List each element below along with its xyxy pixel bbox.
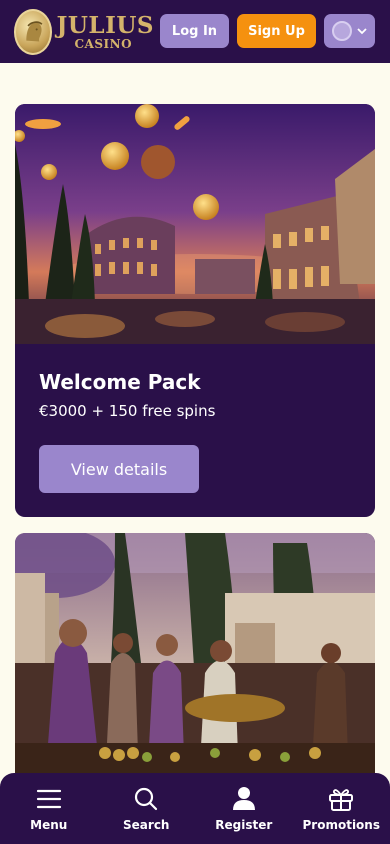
nav-label-register: Register <box>215 818 273 832</box>
menu-icon <box>36 789 61 809</box>
promo-image-colosseum <box>15 104 375 344</box>
top-header: JULIUS CASINO Log In Sign Up <box>0 0 390 63</box>
nav-item-menu[interactable]: Menu <box>0 773 98 844</box>
promo-card-feast[interactable] <box>15 533 375 793</box>
promo-subtitle: €3000 + 150 free spins <box>39 402 216 420</box>
login-button[interactable]: Log In <box>160 14 229 48</box>
caesar-coin-icon <box>14 8 53 55</box>
user-icon <box>232 787 255 810</box>
view-details-button[interactable]: View details <box>39 445 199 493</box>
nav-item-register[interactable]: Register <box>195 773 293 844</box>
globe-icon <box>332 21 352 41</box>
promo-card-welcome[interactable]: Welcome Pack €3000 + 150 free spins View… <box>15 104 375 517</box>
search-icon <box>135 787 158 811</box>
chevron-down-icon <box>357 28 367 35</box>
nav-label-promotions: Promotions <box>302 818 380 832</box>
signup-button[interactable]: Sign Up <box>237 14 316 48</box>
nav-item-promotions[interactable]: Promotions <box>293 773 390 844</box>
promo-image-roman-feast <box>15 533 375 793</box>
logo-title: JULIUS <box>56 11 154 39</box>
nav-label-menu: Menu <box>30 818 68 832</box>
bottom-navigation: Menu Search Register Promotions <box>0 773 390 844</box>
logo-wordmark: JULIUS CASINO <box>56 14 154 50</box>
language-selector[interactable] <box>324 14 375 48</box>
nav-label-search: Search <box>123 818 170 832</box>
site-logo[interactable]: JULIUS CASINO <box>14 8 154 55</box>
gift-icon <box>329 789 354 811</box>
promo-title: Welcome Pack <box>39 370 201 394</box>
logo-subtitle: CASINO <box>74 36 133 51</box>
nav-item-search[interactable]: Search <box>98 773 196 844</box>
